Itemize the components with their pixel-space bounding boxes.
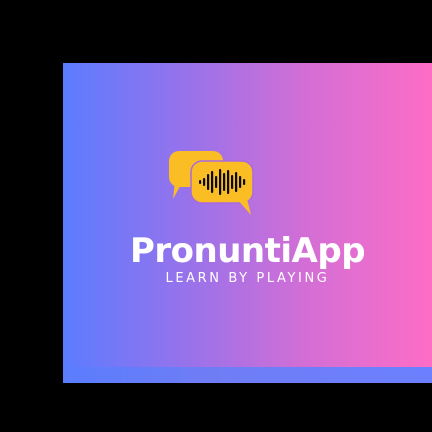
splash-screen: PronuntiApp LEARN BY PLAYING [0,0,432,432]
front-speech-bubble [190,160,254,215]
splash-card: PronuntiApp LEARN BY PLAYING [63,63,432,383]
speech-bubbles-soundwave-icon [169,151,254,215]
bottom-band [63,367,432,383]
app-tagline: LEARN BY PLAYING [165,271,330,286]
app-name: PronuntiApp [129,231,366,271]
